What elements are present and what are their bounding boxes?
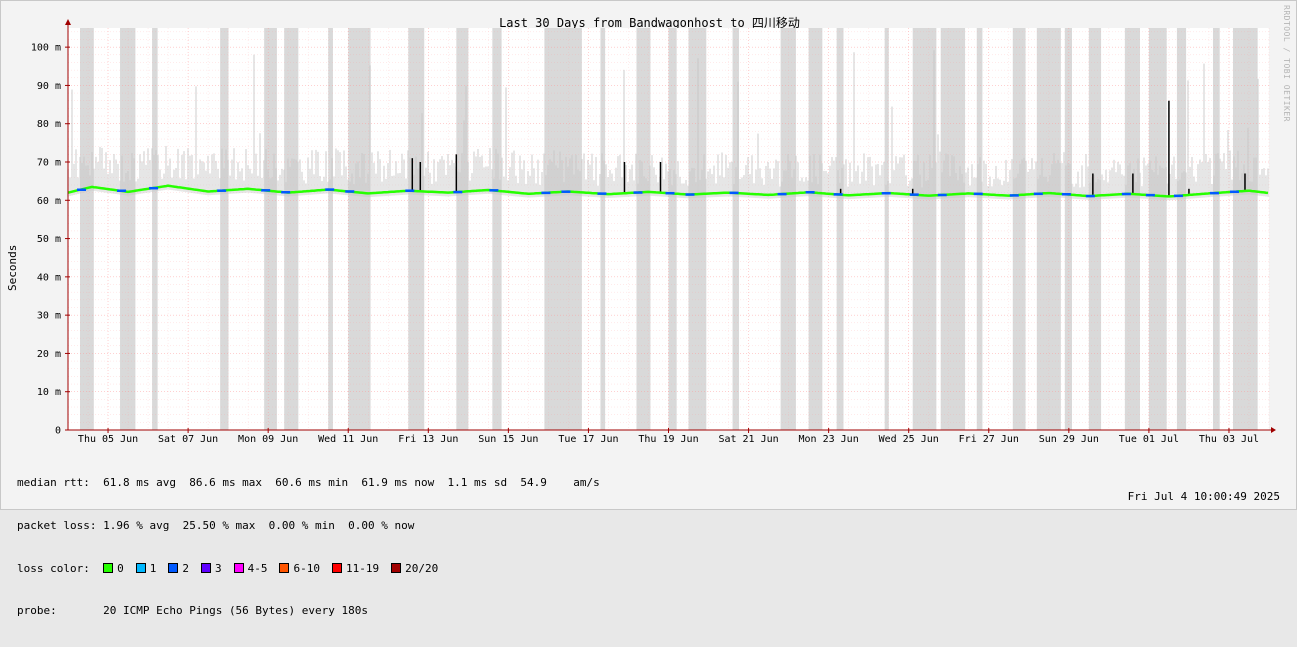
x-tick-label: Fri 27 Jun <box>959 434 1019 445</box>
loss-color-label-text: 1 <box>149 561 157 575</box>
y-tick-label: 60 m <box>37 196 61 207</box>
loss-color-swatch <box>200 562 211 573</box>
x-tick-label: Thu 03 Jul <box>1199 434 1259 445</box>
loss-band <box>836 28 844 430</box>
loss-color-item: 6-10 <box>279 562 320 575</box>
x-tick-label: Mon 23 Jun <box>799 434 859 445</box>
loss-color-swatches: 0 1 2 3 4-5 6-10 11-19 20/20 <box>103 562 450 575</box>
x-tick-label: Thu 05 Jun <box>78 434 138 445</box>
loss-band <box>976 28 983 430</box>
loss-band <box>152 28 158 430</box>
y-tick-label: 70 m <box>37 158 61 169</box>
loss-color-item: 0 <box>103 562 124 575</box>
loss-color-label-text: 4-5 <box>247 561 268 575</box>
y-tick-label: 20 m <box>37 349 61 360</box>
loss-band <box>884 28 889 430</box>
y-tick-label: 50 m <box>37 234 61 245</box>
loss-band <box>940 28 966 430</box>
y-tick-label: 40 m <box>37 272 61 283</box>
y-axis-arrow <box>65 19 71 25</box>
probe-value: 20 ICMP Echo Pings (56 Bytes) every 180s <box>103 604 369 618</box>
loss-color-label-text: 2 <box>182 561 189 575</box>
x-tick-label: Fri 13 Jun <box>398 434 458 445</box>
loss-band <box>1176 28 1187 430</box>
smokeping-chart: 0 10 m 20 m 30 m 40 m 50 m 60 m 70 m 80 m 90 m 100… <box>31 19 1276 445</box>
loss-color-label-text: 0 <box>117 561 124 575</box>
loss-band <box>564 28 582 430</box>
loss-band <box>1088 28 1102 430</box>
x-tick-label: Wed 11 Jun <box>318 434 378 445</box>
loss-color-swatch <box>391 562 402 573</box>
loss-band <box>544 28 565 430</box>
loss-band <box>1232 28 1258 430</box>
loss-band <box>80 28 94 430</box>
generated-datetime: Fri Jul 4 10:00:49 2025 <box>1127 490 1280 503</box>
x-tick-label: Wed 25 Jun <box>879 434 939 445</box>
median-rtt-label: median rtt: <box>17 476 90 490</box>
y-tick-label: 0 <box>55 426 61 437</box>
y-tick-label: 10 m <box>37 387 61 398</box>
packet-loss-values: 1.96 % avg 25.50 % max 0.00 % min 0.00 %… <box>103 519 415 532</box>
probe-row: probe: 20 ICMP Echo Pings (56 Bytes) eve… <box>17 604 600 618</box>
loss-band <box>1212 28 1220 430</box>
loss-band <box>1148 28 1167 430</box>
loss-band <box>1124 28 1140 430</box>
loss-band <box>1064 28 1072 430</box>
loss-color-swatch <box>233 562 244 573</box>
loss-band <box>600 28 606 430</box>
loss-band <box>408 28 425 430</box>
x-axis-arrow <box>1271 427 1276 433</box>
graph-frame: Last 30 Days from Bandwagonhost to 四川移动 … <box>0 0 1297 617</box>
loss-band <box>284 28 299 430</box>
loss-color-item: 1 <box>135 561 157 575</box>
x-tick-label: Sun 29 Jun <box>1039 434 1099 445</box>
loss-band <box>264 28 277 430</box>
x-tick-label: Sun 15 Jun <box>478 434 538 445</box>
loss-color-item: 11-19 <box>331 561 380 575</box>
y-tick-label: 100 m <box>31 43 61 54</box>
loss-band <box>348 28 371 430</box>
loss-color-item: 20/20 <box>391 562 438 575</box>
loss-band <box>120 28 136 430</box>
x-tick-label: Sat 21 Jun <box>718 434 778 445</box>
y-tick-labels: 0 10 m 20 m 30 m 40 m 50 m 60 m 70 m 80 m 90 m 100… <box>31 43 70 437</box>
loss-band <box>1012 28 1026 430</box>
x-tick-labels: Thu 05 Jun Sat 07 Jun Mon 09 Jun Wed 11 Jun… <box>78 428 1259 445</box>
loss-color-swatch <box>103 562 114 573</box>
y-tick-label: 80 m <box>37 119 61 130</box>
loss-band <box>220 28 229 430</box>
median-rtt-values: 61.8 ms avg 86.6 ms max 60.6 ms min 61.9… <box>103 476 600 490</box>
x-tick-label: Sat 07 Jun <box>158 434 218 445</box>
packet-loss-row: packet loss: 1.96 % avg 25.50 % max 0.00… <box>17 519 600 533</box>
x-tick-label: Thu 19 Jun <box>638 434 698 445</box>
loss-color-swatch <box>279 562 290 573</box>
y-tick-label: 30 m <box>37 311 61 322</box>
loss-color-label-text: 20/20 <box>405 561 439 575</box>
loss-color-swatch <box>168 562 179 573</box>
x-tick-label: Tue 01 Jul <box>1119 434 1179 445</box>
legend: median rtt: 61.8 ms avg 86.6 ms max 60.6… <box>17 448 600 647</box>
x-tick-label: Tue 17 Jun <box>558 434 618 445</box>
loss-band <box>492 28 502 430</box>
loss-color-item: 2 <box>168 562 189 575</box>
loss-color-swatch <box>135 562 146 573</box>
median-rtt-row: median rtt: 61.8 ms avg 86.6 ms max 60.6… <box>17 476 600 490</box>
loss-color-item: 3 <box>200 561 222 575</box>
loss-color-label-text: 11-19 <box>345 561 380 575</box>
loss-color-swatch <box>331 562 342 573</box>
x-tick-label: Mon 09 Jun <box>238 434 298 445</box>
loss-band <box>808 28 823 430</box>
loss-band <box>668 28 677 430</box>
loss-color-label-text: 3 <box>214 561 222 575</box>
loss-band <box>328 28 333 430</box>
probe-label: probe: <box>17 604 57 618</box>
loss-color-row: loss color: 0 1 2 3 4-5 6-10 11-19 20/20 <box>17 562 600 576</box>
loss-color-label-text: 6-10 <box>293 561 320 575</box>
loss-band <box>912 28 937 430</box>
loss-color-label: loss color: <box>17 561 90 575</box>
y-tick-label: 90 m <box>37 81 61 92</box>
loss-color-item: 4-5 <box>233 561 268 575</box>
packet-loss-label: packet loss: <box>17 519 97 532</box>
loss-band <box>780 28 796 430</box>
